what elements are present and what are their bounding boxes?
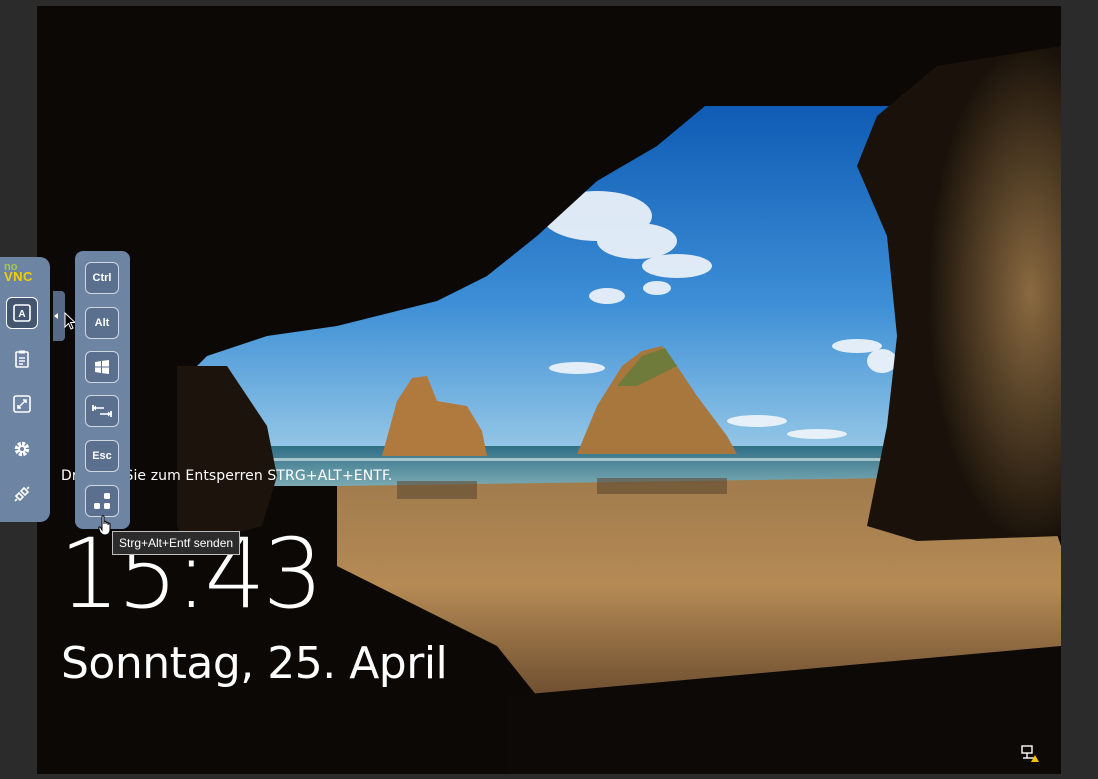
ctrl-key-button[interactable]: Ctrl	[85, 262, 119, 294]
network-icon[interactable]	[1020, 744, 1040, 764]
clipboard-button[interactable]	[6, 343, 38, 375]
disconnect-button[interactable]	[6, 478, 38, 510]
clipboard-icon	[15, 350, 29, 368]
remote-desktop-screen[interactable]: Drücken Sie zum Entsperren STRG+ALT+ENTF…	[37, 6, 1061, 774]
chevron-left-icon	[54, 313, 58, 319]
settings-icon	[14, 441, 30, 457]
novnc-control-bar: no VNC A	[0, 257, 50, 522]
logo-vnc: VNC	[4, 268, 33, 284]
fullscreen-icon	[13, 395, 31, 413]
esc-key-button[interactable]: Esc	[85, 440, 119, 472]
ctrl-alt-del-button[interactable]	[85, 485, 119, 517]
tab-key-button[interactable]	[85, 395, 119, 427]
lockscreen-date: Sonntag, 25. April	[61, 638, 448, 689]
windows-icon	[95, 360, 109, 374]
tab-icon	[92, 405, 112, 417]
keyboard-icon: A	[13, 304, 31, 322]
novnc-logo: no VNC	[4, 262, 33, 284]
toggle-extra-keys-button[interactable]: A	[6, 297, 38, 329]
settings-button[interactable]	[6, 433, 38, 465]
disconnect-icon	[14, 486, 30, 502]
extra-keys-panel: Ctrl Alt Esc	[75, 251, 130, 529]
ctrl-alt-del-icon	[94, 493, 110, 509]
alt-key-button[interactable]: Alt	[85, 307, 119, 339]
svg-text:A: A	[18, 309, 25, 320]
windows-key-button[interactable]	[85, 351, 119, 383]
ctrl-alt-del-tooltip: Strg+Alt+Entf senden	[112, 531, 241, 555]
fullscreen-button[interactable]	[6, 388, 38, 420]
